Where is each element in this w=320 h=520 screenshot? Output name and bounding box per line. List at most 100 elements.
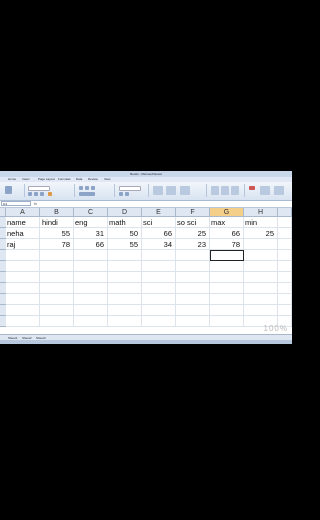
cell-e5[interactable]: [142, 261, 176, 272]
cell-i3[interactable]: [278, 239, 292, 250]
cell-a7[interactable]: [6, 283, 40, 294]
cell-f1[interactable]: so sci: [176, 217, 210, 228]
cell-c5[interactable]: [74, 261, 108, 272]
cell-f10[interactable]: [176, 316, 210, 327]
align-right-icon[interactable]: [91, 186, 95, 190]
cell-f8[interactable]: [176, 294, 210, 305]
autosum-icon[interactable]: [249, 186, 255, 190]
cell-e8[interactable]: [142, 294, 176, 305]
active-cell[interactable]: [210, 250, 244, 261]
cell-h9[interactable]: [244, 305, 278, 316]
cell-f4[interactable]: [176, 250, 210, 261]
find-select-icon[interactable]: [274, 186, 284, 195]
align-center-icon[interactable]: [85, 186, 89, 190]
column-header-d[interactable]: D: [108, 208, 142, 217]
cell-f2[interactable]: 25: [176, 228, 210, 239]
fx-label[interactable]: fx: [34, 201, 37, 207]
cell-c10[interactable]: [74, 316, 108, 327]
cell-a5[interactable]: [6, 261, 40, 272]
cell-b2[interactable]: 55: [40, 228, 74, 239]
column-header-g[interactable]: G: [210, 208, 244, 217]
cell-d2[interactable]: 50: [108, 228, 142, 239]
format-as-table-icon[interactable]: [166, 186, 176, 195]
cell-d9[interactable]: [108, 305, 142, 316]
cell-a3[interactable]: raj: [6, 239, 40, 250]
cell-h1[interactable]: min: [244, 217, 278, 228]
underline-icon[interactable]: [40, 192, 44, 196]
cell-h3[interactable]: [244, 239, 278, 250]
cell-a9[interactable]: [6, 305, 40, 316]
fill-color-icon[interactable]: [48, 192, 52, 196]
cell-d7[interactable]: [108, 283, 142, 294]
cell-g10[interactable]: [210, 316, 244, 327]
cell-g6[interactable]: [210, 272, 244, 283]
cell-a1[interactable]: name: [6, 217, 40, 228]
cell-a8[interactable]: [6, 294, 40, 305]
font-name-dropdown[interactable]: [28, 186, 50, 191]
format-cells-icon[interactable]: [231, 186, 239, 195]
conditional-formatting-icon[interactable]: [153, 186, 163, 195]
paste-icon[interactable]: [5, 186, 12, 194]
italic-icon[interactable]: [34, 192, 38, 196]
cell-f7[interactable]: [176, 283, 210, 294]
cell-g9[interactable]: [210, 305, 244, 316]
cell-e4[interactable]: [142, 250, 176, 261]
cell-i9[interactable]: [278, 305, 292, 316]
cell-i5[interactable]: [278, 261, 292, 272]
cell-i7[interactable]: [278, 283, 292, 294]
cell-h8[interactable]: [244, 294, 278, 305]
merge-center-icon[interactable]: [79, 192, 95, 196]
sort-filter-icon[interactable]: [260, 186, 270, 195]
cell-b9[interactable]: [40, 305, 74, 316]
cell-b4[interactable]: [40, 250, 74, 261]
cell-b8[interactable]: [40, 294, 74, 305]
cell-h6[interactable]: [244, 272, 278, 283]
cell-g1[interactable]: max: [210, 217, 244, 228]
bold-icon[interactable]: [28, 192, 32, 196]
cell-c2[interactable]: 31: [74, 228, 108, 239]
cell-e2[interactable]: 66: [142, 228, 176, 239]
column-header-e[interactable]: E: [142, 208, 176, 217]
cell-d5[interactable]: [108, 261, 142, 272]
cell-f9[interactable]: [176, 305, 210, 316]
column-header-a[interactable]: A: [6, 208, 40, 217]
cell-c4[interactable]: [74, 250, 108, 261]
cell-h5[interactable]: [244, 261, 278, 272]
currency-icon[interactable]: [119, 192, 123, 196]
align-left-icon[interactable]: [79, 186, 83, 190]
cell-d10[interactable]: [108, 316, 142, 327]
cell-styles-icon[interactable]: [180, 186, 190, 195]
cell-b3[interactable]: 78: [40, 239, 74, 250]
cell-d6[interactable]: [108, 272, 142, 283]
cell-d3[interactable]: 55: [108, 239, 142, 250]
cell-c3[interactable]: 66: [74, 239, 108, 250]
column-header-i[interactable]: [278, 208, 292, 217]
cell-c9[interactable]: [74, 305, 108, 316]
cell-e1[interactable]: sci: [142, 217, 176, 228]
cell-a4[interactable]: [6, 250, 40, 261]
cell-c1[interactable]: eng: [74, 217, 108, 228]
cell-h2[interactable]: 25: [244, 228, 278, 239]
cell-a6[interactable]: [6, 272, 40, 283]
cell-g8[interactable]: [210, 294, 244, 305]
delete-cells-icon[interactable]: [221, 186, 229, 195]
cell-i6[interactable]: [278, 272, 292, 283]
cell-i2[interactable]: [278, 228, 292, 239]
cell-f3[interactable]: 23: [176, 239, 210, 250]
cell-d8[interactable]: [108, 294, 142, 305]
cell-h4[interactable]: [244, 250, 278, 261]
cell-g3[interactable]: 78: [210, 239, 244, 250]
cell-h7[interactable]: [244, 283, 278, 294]
column-header-c[interactable]: C: [74, 208, 108, 217]
cell-g5[interactable]: [210, 261, 244, 272]
column-header-b[interactable]: B: [40, 208, 74, 217]
cell-b10[interactable]: [40, 316, 74, 327]
cell-b1[interactable]: hindi: [40, 217, 74, 228]
percent-icon[interactable]: [125, 192, 129, 196]
cell-g7[interactable]: [210, 283, 244, 294]
cell-c6[interactable]: [74, 272, 108, 283]
cell-e9[interactable]: [142, 305, 176, 316]
cell-d4[interactable]: [108, 250, 142, 261]
cell-e6[interactable]: [142, 272, 176, 283]
cell-d1[interactable]: math: [108, 217, 142, 228]
